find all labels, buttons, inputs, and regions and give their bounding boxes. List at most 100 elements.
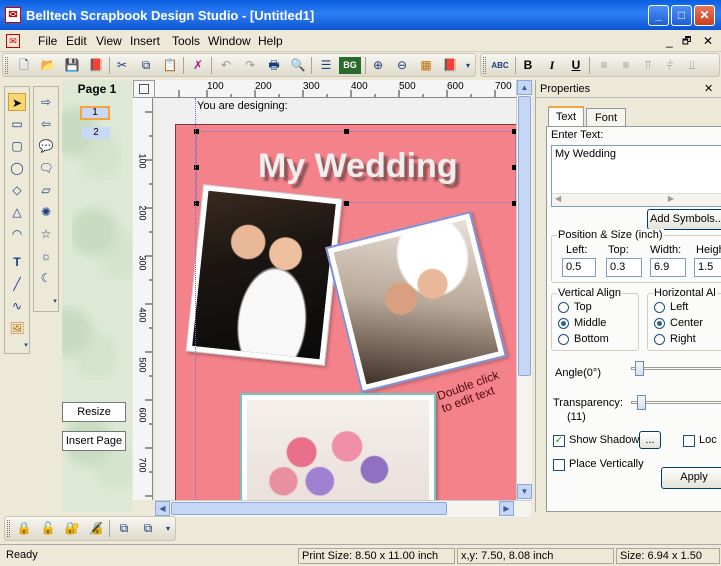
rectangle-icon[interactable]: ▭ [8, 115, 26, 133]
unlock-object-icon[interactable]: 🔓 [39, 520, 57, 537]
moon-icon[interactable]: ☾ [37, 269, 55, 287]
vertical-scroll-thumb[interactable] [518, 96, 531, 376]
text-field-hscrollbar[interactable]: ◀ ▶ [552, 193, 721, 206]
couple-photo-1[interactable] [185, 184, 343, 366]
scrapbook-page[interactable]: My Wedding Double click to edit text [175, 124, 516, 500]
properties-close-icon[interactable]: ✕ [704, 82, 713, 95]
page-thumb-1[interactable]: 1 [80, 106, 110, 120]
menu-file[interactable]: File [38, 34, 57, 48]
thought-bubble-icon[interactable]: 🗨 [37, 159, 55, 177]
copy-icon[interactable]: ⧉ [137, 57, 155, 74]
mdi-minimize-button[interactable]: _ [666, 34, 673, 48]
palette-overflow-icon[interactable]: ▾ [51, 297, 59, 307]
selection-handle[interactable] [344, 201, 349, 206]
left-input[interactable]: 0.5 [562, 258, 596, 277]
scroll-left-icon[interactable]: ◀ [555, 194, 561, 203]
diamond-icon[interactable]: ◇ [8, 181, 26, 199]
shadow-settings-button[interactable]: ... [639, 431, 661, 449]
add-symbols-button[interactable]: Add Symbols... [647, 209, 721, 230]
spell-check-icon[interactable]: ABC [489, 57, 511, 74]
mdi-restore-button[interactable]: 🗗 [682, 34, 691, 51]
scroll-down-icon[interactable]: ▼ [517, 484, 532, 499]
align-center-icon[interactable]: ≡ [617, 57, 635, 74]
print-icon[interactable]: 🖶 [265, 57, 283, 74]
menu-insert[interactable]: Insert [130, 34, 160, 48]
properties-icon[interactable]: ☰ [317, 57, 335, 74]
right-arrow-shape-icon[interactable]: ⇨ [37, 93, 55, 111]
group-lock-icon[interactable]: 🔐 [63, 520, 81, 537]
star-icon[interactable]: ☆ [37, 225, 55, 243]
tab-font[interactable]: Font [586, 108, 626, 128]
align-bottom-icon[interactable]: ⫫ [683, 57, 701, 74]
scroll-right-icon[interactable]: ▶ [668, 194, 674, 203]
valign-top-radio[interactable] [558, 302, 569, 313]
align-middle-icon[interactable]: ⫩ [661, 57, 679, 74]
show-shadow-checkbox[interactable]: ✓ [553, 435, 565, 447]
resize-button[interactable]: Resize [62, 402, 126, 422]
select-arrow-icon[interactable]: ➤ [8, 93, 26, 111]
toolbar-overflow-icon[interactable]: ▾ [463, 57, 473, 74]
send-to-back-icon[interactable]: ⧉ [139, 520, 157, 537]
scroll-left-icon[interactable]: ◀ [155, 501, 170, 516]
zoom-out-icon[interactable]: ⊖ [393, 57, 411, 74]
align-left-icon[interactable]: ≡ [595, 57, 613, 74]
bring-to-front-icon[interactable]: ⧉ [115, 520, 133, 537]
menu-help[interactable]: Help [258, 34, 283, 48]
scrapbook-app-icon[interactable]: ✉ [5, 7, 21, 23]
page-thumb-2[interactable]: 2 [82, 127, 110, 139]
menu-window[interactable]: Window [208, 34, 251, 48]
width-input[interactable]: 6.9 [650, 258, 686, 277]
place-vertically-checkbox[interactable] [553, 459, 565, 471]
valign-middle-radio[interactable] [558, 318, 569, 329]
scroll-up-icon[interactable]: ▲ [517, 80, 532, 95]
delete-icon[interactable]: ✗ [189, 57, 207, 74]
italic-button[interactable]: I [543, 57, 561, 74]
align-top-icon[interactable]: ⫪ [639, 57, 657, 74]
ruler-corner[interactable] [133, 80, 155, 98]
pdf-icon[interactable]: 📕 [87, 57, 105, 74]
horizontal-scrollbar[interactable]: ◀ ▶ [155, 500, 531, 517]
grid-icon[interactable]: ▦ [417, 57, 435, 74]
wedding-title-text[interactable]: My Wedding [258, 147, 458, 186]
halign-left-radio[interactable] [654, 302, 665, 313]
palette-overflow-icon[interactable]: ▾ [22, 341, 30, 351]
selection-handle[interactable] [344, 129, 349, 134]
lock-object-icon[interactable]: 🔒 [15, 520, 33, 537]
height-input[interactable]: 1.5 [694, 258, 721, 277]
transparency-slider-thumb[interactable] [637, 395, 646, 410]
angle-slider[interactable] [631, 359, 721, 381]
toolbar-overflow-icon[interactable]: ▾ [163, 520, 173, 537]
mdi-close-button[interactable]: ✕ [703, 34, 713, 48]
maximize-button[interactable]: □ [671, 5, 692, 26]
lock-checkbox[interactable] [683, 435, 695, 447]
vertical-scrollbar[interactable]: ▲ ▼ [516, 80, 532, 500]
minimize-button[interactable]: _ [648, 5, 669, 26]
design-canvas[interactable]: You are designing: My Wedding Double cli… [155, 98, 516, 500]
bouquet-photo[interactable] [240, 393, 436, 500]
undo-icon[interactable]: ↶ [217, 57, 235, 74]
cut-icon[interactable]: ✂ [113, 57, 131, 74]
menu-edit[interactable]: Edit [66, 34, 87, 48]
transparency-slider[interactable] [631, 393, 721, 415]
close-button[interactable]: ✕ [694, 5, 715, 26]
text-tool-icon[interactable]: T [8, 253, 26, 271]
background-icon[interactable]: BG [339, 57, 361, 74]
parallelogram-icon[interactable]: ▱ [37, 181, 55, 199]
group-unlock-icon[interactable]: 🔏 [87, 520, 105, 537]
bold-button[interactable]: B [519, 57, 537, 74]
enter-text-field[interactable]: My Wedding ◀ ▶ [551, 145, 721, 207]
rounded-rectangle-icon[interactable]: ▢ [8, 137, 26, 155]
paste-icon[interactable]: 📋 [161, 57, 179, 74]
horizontal-scroll-thumb[interactable] [171, 502, 447, 515]
ellipse-icon[interactable]: ◯ [8, 159, 26, 177]
redo-icon[interactable]: ↷ [241, 57, 259, 74]
valign-bottom-radio[interactable] [558, 334, 569, 345]
sun-icon[interactable]: ☼ [37, 247, 55, 265]
menu-view[interactable]: View [96, 34, 122, 48]
underline-button[interactable]: U [567, 57, 585, 74]
halign-right-radio[interactable] [654, 334, 665, 345]
scroll-right-icon[interactable]: ▶ [499, 501, 514, 516]
image-icon[interactable]: 🖼 [8, 319, 26, 337]
left-arrow-shape-icon[interactable]: ⇦ [37, 115, 55, 133]
speech-bubble-icon[interactable]: 💬 [37, 137, 55, 155]
